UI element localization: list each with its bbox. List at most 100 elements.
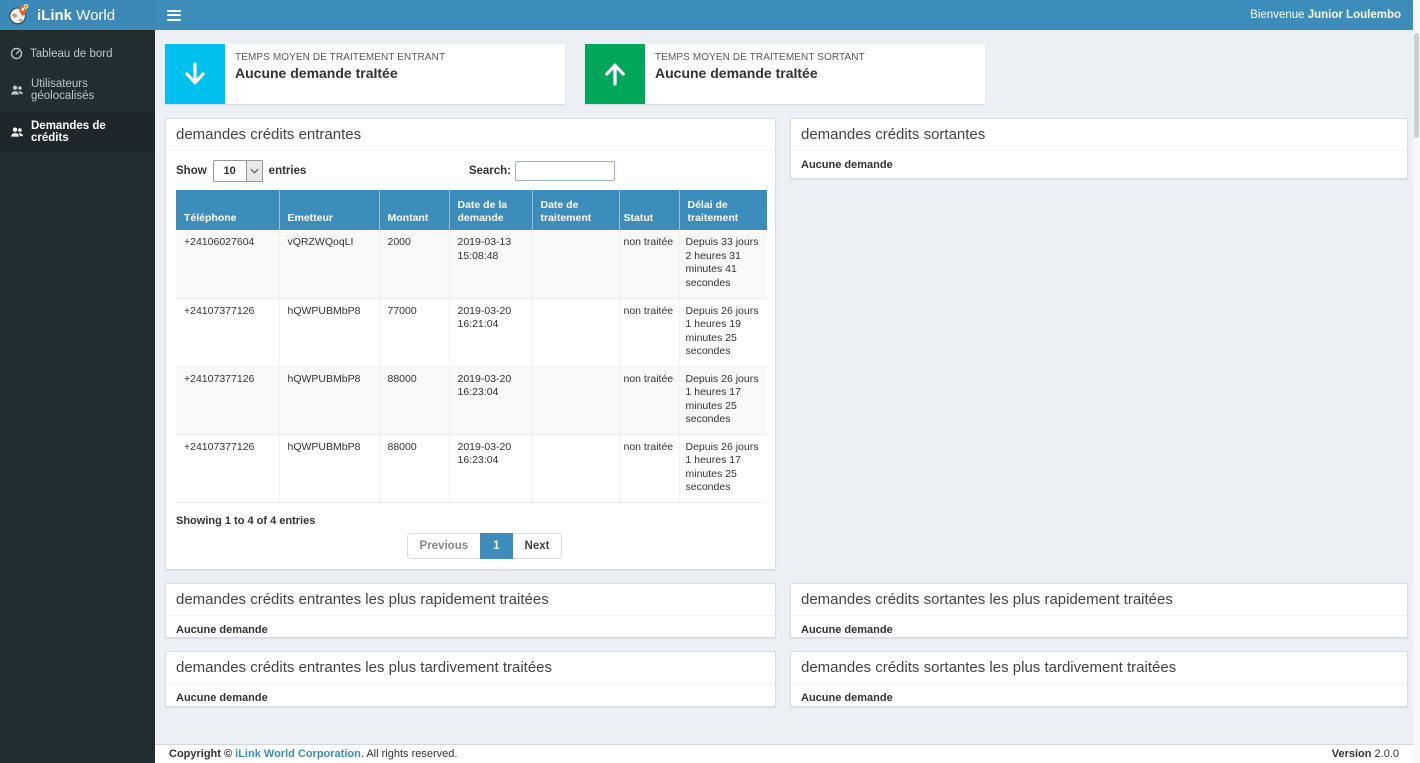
cell-emitter: vQRZWQoqLI — [279, 230, 379, 298]
empty-message: Aucune demande — [791, 684, 1407, 712]
panel-demandes-entrantes: demandes crédits entrantes Show 10 entri… — [165, 118, 776, 570]
panel-title: demandes crédits entrantes les plus tard… — [166, 652, 775, 684]
column-header-date-traitement[interactable]: Date de traitement — [532, 190, 619, 230]
panel-title: demandes crédits sortantes les plus tard… — [791, 652, 1407, 684]
column-header-delai[interactable]: Délai de traitement — [679, 190, 767, 230]
panel-title: demandes crédits sortantes — [791, 119, 1407, 151]
copyright-text: Copyright © iLink World Corporation. All… — [169, 748, 457, 760]
users-icon — [10, 126, 24, 139]
cell-processing-date — [532, 298, 619, 366]
sidebar-menu: Tableau de bord Utilisateurs géolocalisé… — [0, 38, 155, 153]
brand-text: iLink World — [37, 7, 115, 24]
datatable-controls: Show 10 entries Search: — [166, 151, 775, 190]
panel-demandes-sortantes: demandes crédits sortantes Aucune demand… — [790, 118, 1408, 179]
show-label: Show — [176, 165, 207, 177]
cell-processing-date — [532, 366, 619, 434]
panel-entrantes-tardivement: demandes crédits entrantes les plus tard… — [165, 651, 776, 707]
stat-box-sortant: TEMPS MOYEN DE TRAITEMENT SORTANT Aucune… — [585, 44, 985, 104]
cell-amount: 88000 — [379, 366, 449, 434]
panel-sortantes-rapidement: demandes crédits sortantes les plus rapi… — [790, 583, 1408, 638]
brand-logo[interactable]: iLink World — [0, 0, 155, 30]
search-control: Search: — [469, 161, 615, 181]
cell-emitter: hQWPUBMbP8 — [279, 366, 379, 434]
table-info: Showing 1 to 4 of 4 entries — [166, 503, 775, 527]
panel-sortantes-tardivement: demandes crédits sortantes les plus tard… — [790, 651, 1408, 707]
column-header-montant[interactable]: Montant — [379, 190, 449, 230]
column-header-statut[interactable]: Statut — [619, 190, 679, 230]
empty-message: Aucune demande — [166, 616, 775, 644]
column-header-date-demande[interactable]: Date de la demande — [449, 190, 532, 230]
cell-delay: Depuis 26 jours 1 heures 19 minutes 25 s… — [679, 298, 767, 366]
sidebar-item-label: Utilisateurs géolocalisés — [31, 78, 145, 102]
cell-processing-date — [532, 434, 619, 502]
panel-title: demandes crédits entrantes — [166, 119, 775, 151]
welcome-text: Bienvenue Junior Loulembo — [1250, 9, 1401, 21]
pagination: Previous 1 Next — [166, 527, 775, 559]
sidebar-item-demandes-de-credits[interactable]: Demandes de crédits — [0, 111, 155, 153]
version-text: Version 2.0.0 — [1332, 748, 1399, 760]
empty-message: Aucune demande — [166, 684, 775, 712]
page-size-value: 10 — [214, 161, 246, 181]
stat-box-entrant: TEMPS MOYEN DE TRAITEMENT ENTRANT Aucune… — [165, 44, 565, 104]
table-row: +24107377126 hQWPUBMbP8 88000 2019-03-20… — [176, 366, 767, 434]
page-length-control: Show 10 entries — [176, 160, 306, 182]
column-header-emetteur[interactable]: Emetteur — [279, 190, 379, 230]
corporation-link[interactable]: iLink World Corporation — [235, 748, 361, 760]
cell-status: non traitée — [619, 230, 679, 298]
stat-value: Aucune demande traItée — [235, 65, 445, 81]
cell-request-date: 2019-03-20 16:21:04 — [449, 298, 532, 366]
next-page-button[interactable]: Next — [513, 533, 563, 559]
stat-label: TEMPS MOYEN DE TRAITEMENT ENTRANT — [235, 52, 445, 63]
column-header-telephone[interactable]: Téléphone — [176, 190, 279, 230]
sidebar: iLink World Tableau de bord Utilisateurs… — [0, 0, 155, 763]
cell-phone: +24106027604 — [176, 230, 279, 298]
footer: Copyright © iLink World Corporation. All… — [155, 744, 1413, 763]
scrollbar-thumb[interactable] — [1414, 33, 1419, 138]
panel-title: demandes crédits entrantes les plus rapi… — [166, 584, 775, 616]
page-size-select[interactable]: 10 — [213, 160, 263, 182]
cell-delay: Depuis 26 jours 1 heures 17 minutes 25 s… — [679, 366, 767, 434]
cell-status: non traitée — [619, 298, 679, 366]
demandes-entrantes-table: Téléphone Emetteur Montant Date de la de… — [176, 190, 767, 503]
cell-status: non traitée — [619, 366, 679, 434]
search-label: Search: — [469, 165, 511, 177]
empty-message: Aucune demande — [791, 151, 1407, 179]
empty-message: Aucune demande — [791, 616, 1407, 644]
cell-emitter: hQWPUBMbP8 — [279, 298, 379, 366]
cell-processing-date — [532, 230, 619, 298]
sidebar-item-tableau-de-bord[interactable]: Tableau de bord — [0, 38, 155, 69]
globe-pin-icon — [8, 4, 30, 26]
cell-amount: 88000 — [379, 434, 449, 502]
previous-page-button[interactable]: Previous — [407, 533, 481, 559]
cell-phone: +24107377126 — [176, 434, 279, 502]
panel-entrantes-rapidement: demandes crédits entrantes les plus rapi… — [165, 583, 776, 638]
cell-amount: 2000 — [379, 230, 449, 298]
cell-request-date: 2019-03-13 15:08:48 — [449, 230, 532, 298]
dashboard-icon — [10, 47, 23, 60]
page-1-button[interactable]: 1 — [480, 533, 512, 559]
cell-request-date: 2019-03-20 16:23:04 — [449, 434, 532, 502]
cell-phone: +24107377126 — [176, 366, 279, 434]
search-input[interactable] — [515, 161, 615, 181]
entries-label: entries — [269, 165, 307, 177]
users-icon — [10, 84, 24, 97]
cell-amount: 77000 — [379, 298, 449, 366]
table-row: +24106027604 vQRZWQoqLI 2000 2019-03-13 … — [176, 230, 767, 298]
arrow-up-icon — [585, 44, 645, 104]
table-header-row: Téléphone Emetteur Montant Date de la de… — [176, 190, 767, 230]
cell-emitter: hQWPUBMbP8 — [279, 434, 379, 502]
cell-delay: Depuis 26 jours 1 heures 17 minutes 25 s… — [679, 434, 767, 502]
main-content: TEMPS MOYEN DE TRAITEMENT ENTRANT Aucune… — [155, 30, 1413, 744]
table-row: +24107377126 hQWPUBMbP8 88000 2019-03-20… — [176, 434, 767, 502]
sidebar-item-utilisateurs-geolocalises[interactable]: Utilisateurs géolocalisés — [0, 69, 155, 111]
hamburger-icon[interactable] — [167, 10, 181, 21]
sidebar-item-label: Demandes de crédits — [31, 120, 145, 144]
cell-phone: +24107377126 — [176, 298, 279, 366]
chevron-down-icon — [246, 161, 262, 181]
cell-status: non traitée — [619, 434, 679, 502]
app-root: iLink World Tableau de bord Utilisateurs… — [0, 0, 1420, 763]
scrollbar-track — [1413, 0, 1420, 763]
table-row: +24107377126 hQWPUBMbP8 77000 2019-03-20… — [176, 298, 767, 366]
arrow-down-icon — [165, 44, 225, 104]
top-navbar: Bienvenue Junior Loulembo — [155, 0, 1413, 30]
